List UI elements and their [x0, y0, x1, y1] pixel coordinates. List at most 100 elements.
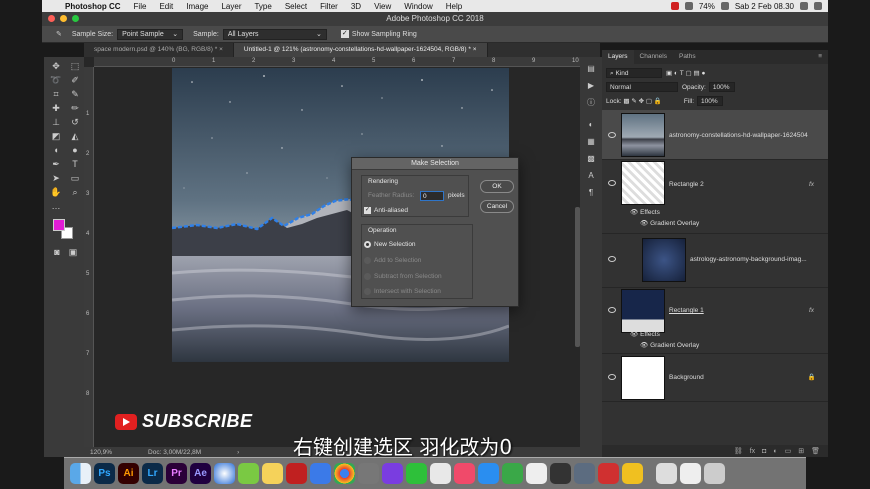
add-to-selection-radio[interactable]	[364, 257, 371, 264]
document-icon[interactable]	[680, 463, 701, 484]
layer-fx-badge[interactable]: fx	[809, 181, 814, 188]
tab-untitled-1[interactable]: Untitled-1 @ 121% (astronomy-constellati…	[233, 43, 488, 57]
layer-astrology-background[interactable]: astrology-astronomy-background-imag...	[602, 234, 828, 288]
tab-paths[interactable]: Paths	[673, 50, 702, 64]
app-icon[interactable]	[550, 463, 571, 484]
actions-panel-icon[interactable]: ▶	[585, 81, 597, 91]
after-effects-icon[interactable]: Ae	[190, 463, 211, 484]
menu-filter[interactable]: Filter	[320, 2, 338, 11]
brush-tool-icon[interactable]: ✏	[68, 103, 82, 114]
zoom-level[interactable]: 120,9%	[90, 449, 112, 456]
opacity-input[interactable]: 100%	[708, 82, 735, 92]
zoom-window-icon[interactable]	[72, 15, 79, 22]
delete-layer-icon[interactable]: 🗑	[811, 447, 820, 455]
visibility-eye-icon[interactable]	[608, 307, 616, 313]
path-select-icon[interactable]: ➤	[49, 173, 63, 184]
gradient-overlay-row[interactable]: 👁 Gradient Overlay	[640, 341, 699, 349]
menu-select[interactable]: Select	[285, 2, 307, 11]
add-style-icon[interactable]: fx	[750, 448, 755, 455]
wifi-icon[interactable]	[684, 2, 693, 10]
quick-mask-icon[interactable]: ◙	[50, 247, 64, 258]
clock[interactable]: Sab 2 Feb 08.30	[735, 2, 794, 11]
lock-move-icon[interactable]: ✥	[639, 97, 644, 105]
subtract-selection-radio[interactable]	[364, 273, 371, 280]
photos-icon[interactable]	[430, 463, 451, 484]
tab-channels[interactable]: Channels	[634, 50, 673, 64]
menu-image[interactable]: Image	[186, 2, 208, 11]
chrome-icon[interactable]	[334, 463, 355, 484]
messages-icon[interactable]	[406, 463, 427, 484]
premiere-icon[interactable]: Pr	[166, 463, 187, 484]
menu-view[interactable]: View	[374, 2, 391, 11]
gradient-overlay-row[interactable]: 👁 Gradient Overlay	[640, 219, 699, 227]
filter-toggle-icon[interactable]: ●	[701, 70, 705, 77]
blur-tool-icon[interactable]: ◖	[49, 145, 63, 156]
zoom-tool-icon[interactable]: ⌕	[68, 187, 82, 198]
filter-type-icon[interactable]: T	[680, 70, 684, 77]
eyedropper-tool-icon[interactable]: ✎	[68, 89, 82, 100]
lasso-tool-icon[interactable]: ➰	[49, 75, 63, 86]
effects-row[interactable]: 👁 Effects	[630, 330, 660, 338]
paint-bucket-icon[interactable]: ◭	[68, 131, 82, 142]
app-icon[interactable]	[286, 463, 307, 484]
menu-layer[interactable]: Layer	[221, 2, 241, 11]
filter-adjust-icon[interactable]: ◐	[674, 70, 678, 77]
menu-help[interactable]: Help	[446, 2, 462, 11]
eye-icon[interactable]: 👁	[640, 220, 648, 227]
eyedropper-tool-icon[interactable]: ✎	[56, 30, 62, 38]
add-mask-icon[interactable]: ◘	[762, 448, 766, 455]
downloads-icon[interactable]	[656, 463, 677, 484]
rectangle-tool-icon[interactable]: ▭	[68, 173, 82, 184]
foreground-color-swatch[interactable]	[53, 219, 65, 231]
record-icon[interactable]	[670, 2, 679, 10]
screen-mode-icon[interactable]: ▣	[66, 247, 80, 258]
new-group-icon[interactable]: ▭	[785, 447, 792, 455]
new-selection-radio[interactable]	[364, 241, 371, 248]
adjustments-panel-icon[interactable]: ◐	[585, 120, 597, 130]
sample-select[interactable]: All Layers ⌄	[222, 28, 327, 40]
lock-artboard-icon[interactable]: ▢	[646, 97, 652, 105]
menu-type[interactable]: Type	[254, 2, 271, 11]
battery-icon[interactable]	[720, 2, 729, 10]
browser-icon[interactable]	[214, 463, 235, 484]
cancel-button[interactable]: Cancel	[480, 200, 514, 213]
app-icon[interactable]	[502, 463, 523, 484]
app-icon[interactable]	[622, 463, 643, 484]
eraser-tool-icon[interactable]: ◩	[49, 131, 63, 142]
anti-aliased-checkbox[interactable]: ✓	[364, 207, 371, 214]
character-panel-icon[interactable]: A	[585, 171, 597, 181]
more-tools-icon[interactable]: …	[49, 201, 63, 212]
sampling-ring-checkbox[interactable]: ✓	[340, 30, 349, 38]
app-icon[interactable]	[238, 463, 259, 484]
menu-3d[interactable]: 3D	[351, 2, 361, 11]
layer-astronomy-constellations[interactable]: astronomy-constellations-hd-wallpaper-16…	[602, 110, 828, 160]
lock-pixels-icon[interactable]: ▩	[623, 97, 629, 105]
eye-icon[interactable]: 👁	[640, 342, 648, 349]
notes-icon[interactable]	[262, 463, 283, 484]
filter-shape-icon[interactable]: ▢	[686, 69, 692, 77]
menu-app-name[interactable]: Photoshop CC	[65, 2, 121, 11]
photoshop-icon[interactable]: Ps	[94, 463, 115, 484]
visibility-eye-icon[interactable]	[608, 374, 616, 380]
notification-icon[interactable]	[814, 2, 822, 10]
app-icon[interactable]	[598, 463, 619, 484]
vertical-ruler[interactable]: 1 2 3 4 5 6 7 8	[84, 67, 94, 447]
visibility-eye-icon[interactable]	[608, 180, 616, 186]
eye-icon[interactable]: 👁	[630, 331, 638, 338]
menu-file[interactable]: File	[134, 2, 147, 11]
type-tool-icon[interactable]: T	[68, 159, 82, 170]
quick-select-tool-icon[interactable]: ✐	[68, 75, 82, 86]
link-layers-icon[interactable]: ⛓	[734, 447, 743, 455]
properties-panel-icon[interactable]: ▦	[585, 137, 597, 147]
illustrator-icon[interactable]: Ai	[118, 463, 139, 484]
canvas-area[interactable]: 0 1 2 3 4 5 6 7 8 9 10 1 2 3 4 5 6 7 8	[84, 57, 600, 447]
filter-smart-icon[interactable]: ▤	[693, 69, 699, 77]
pen-tool-icon[interactable]: ✒	[49, 159, 63, 170]
menu-edit[interactable]: Edit	[159, 2, 173, 11]
visibility-eye-icon[interactable]	[608, 132, 616, 138]
fill-input[interactable]: 100%	[697, 96, 724, 106]
app-store-icon[interactable]	[478, 463, 499, 484]
layer-fx-badge[interactable]: fx	[809, 307, 814, 314]
effects-row[interactable]: 👁 Effects	[630, 208, 660, 216]
tab-space-modern[interactable]: space modern.psd @ 140% (BG, RGB/8) * ×	[84, 43, 234, 57]
